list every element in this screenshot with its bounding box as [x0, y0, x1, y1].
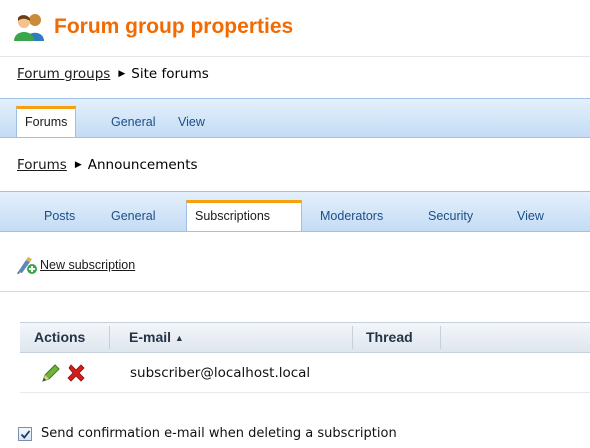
subscriptions-grid-header: Actions E-mail ▲ Thread — [20, 322, 590, 353]
column-header-actions: Actions — [34, 329, 86, 345]
column-header-thread: Thread — [366, 329, 413, 345]
page-header: Forum group properties — [0, 0, 590, 56]
breadcrumb-link-forum-groups[interactable]: Forum groups — [17, 66, 110, 82]
column-separator — [109, 326, 110, 349]
tab-security[interactable]: Security — [420, 203, 481, 231]
breadcrumb-current: Site forums — [131, 66, 209, 82]
new-subscription-label: New subscription — [40, 258, 136, 272]
delete-icon[interactable] — [65, 362, 87, 384]
breadcrumb-arrow-icon: ▶ — [74, 160, 82, 170]
send-confirmation-option: Send confirmation e-mail when deleting a… — [18, 426, 397, 441]
send-confirmation-label: Send confirmation e-mail when deleting a… — [41, 426, 397, 441]
tab-view[interactable]: View — [170, 109, 213, 137]
breadcrumb: Forums ▶ Announcements — [17, 157, 198, 173]
header-divider — [0, 56, 590, 57]
section-divider — [0, 291, 590, 292]
column-separator — [352, 326, 353, 349]
tab-posts[interactable]: Posts — [36, 203, 83, 231]
tab-forums[interactable]: Forums — [16, 106, 77, 137]
edit-icon[interactable] — [40, 362, 62, 384]
tab-subscriptions[interactable]: Subscriptions — [186, 200, 302, 231]
column-header-email[interactable]: E-mail ▲ — [129, 323, 184, 352]
column-header-email-label: E-mail — [129, 329, 172, 345]
breadcrumb-arrow-icon: ▶ — [118, 69, 126, 79]
tab-general[interactable]: General — [103, 109, 163, 137]
send-confirmation-checkbox[interactable] — [18, 426, 32, 441]
new-subscription-button[interactable]: New subscription — [16, 255, 135, 275]
tab-moderators[interactable]: Moderators — [312, 203, 391, 231]
tab-view[interactable]: View — [509, 203, 552, 231]
breadcrumb-current: Announcements — [87, 157, 198, 173]
breadcrumb: Forum groups ▶ Site forums — [17, 66, 209, 82]
table-row: subscriber@localhost.local — [20, 353, 590, 393]
page-title: Forum group properties — [54, 15, 294, 38]
checkmark-icon — [20, 429, 31, 439]
users-group-icon — [14, 14, 44, 41]
subscription-email: subscriber@localhost.local — [130, 365, 311, 381]
sort-asc-icon: ▲ — [174, 333, 184, 343]
breadcrumb-link-forums[interactable]: Forums — [17, 157, 67, 173]
forum-tab-bar: Posts General Subscriptions Moderators S… — [0, 191, 590, 232]
add-subscription-icon — [17, 257, 37, 274]
tab-general[interactable]: General — [103, 203, 163, 231]
group-tab-bar: Forums General View — [0, 98, 590, 138]
column-separator — [440, 326, 441, 349]
